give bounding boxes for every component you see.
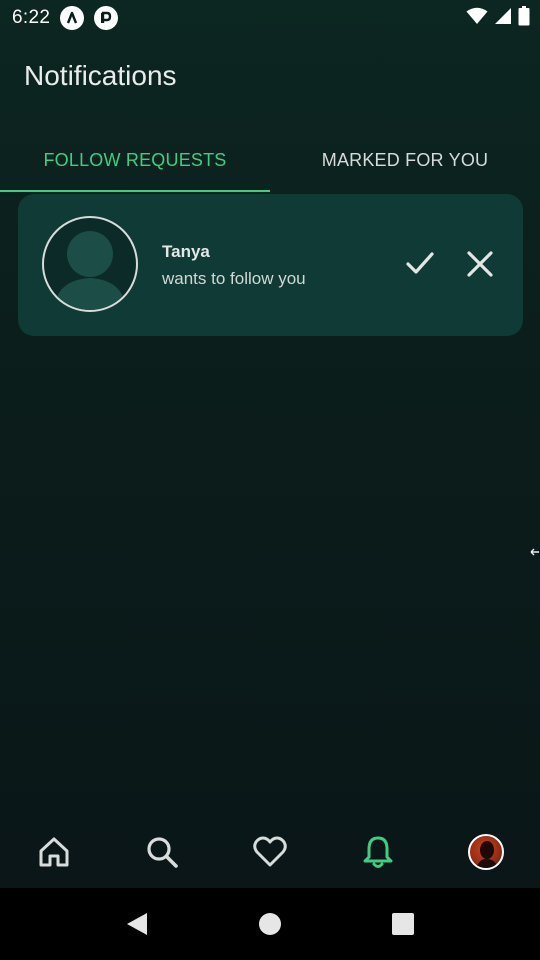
decline-icon [467, 251, 493, 277]
search-icon [147, 837, 178, 868]
app-notification-a-icon [60, 6, 85, 30]
nav-favorites[interactable] [240, 822, 300, 882]
edge-handle-icon[interactable] [530, 546, 540, 560]
tab-marked-for-you[interactable]: MARKED FOR YOU [270, 128, 540, 192]
status-bar: 6:22 [0, 0, 540, 36]
heart-icon [253, 836, 287, 867]
page-title: Notifications [24, 60, 177, 91]
signal-icon [494, 7, 512, 30]
accept-icon [406, 252, 434, 274]
status-time: 6:22 [12, 7, 51, 28]
tab-follow-requests[interactable]: FOLLOW REQUESTS [0, 128, 270, 192]
nav-notifications[interactable] [348, 822, 408, 882]
battery-icon [518, 5, 530, 31]
follow-request-card: Tanya wants to follow you [18, 194, 523, 336]
system-nav [0, 888, 540, 960]
accept-button[interactable] [400, 244, 440, 284]
back-icon [127, 913, 147, 935]
system-home-button[interactable] [256, 910, 284, 938]
bell-icon [363, 836, 393, 868]
nav-search[interactable] [132, 822, 192, 882]
recents-icon [392, 913, 414, 935]
status-right [466, 5, 530, 31]
avatar[interactable] [42, 216, 138, 312]
nav-profile[interactable] [456, 822, 516, 882]
profile-avatar [468, 834, 504, 870]
decline-button[interactable] [460, 244, 500, 284]
requester-name: Tanya [162, 242, 210, 261]
nav-home[interactable] [24, 822, 84, 882]
home-circle-icon [259, 913, 281, 935]
home-icon [39, 837, 69, 867]
app-notification-p-icon [94, 6, 119, 30]
bottom-nav [0, 816, 540, 888]
system-recents-button[interactable] [389, 910, 417, 938]
tab-bar: FOLLOW REQUESTS MARKED FOR YOU [0, 128, 540, 192]
request-message: wants to follow you [162, 269, 306, 288]
system-back-button[interactable] [123, 910, 151, 938]
default-user-icon [54, 231, 126, 310]
wifi-icon [466, 7, 488, 30]
status-left: 6:22 [12, 6, 119, 30]
